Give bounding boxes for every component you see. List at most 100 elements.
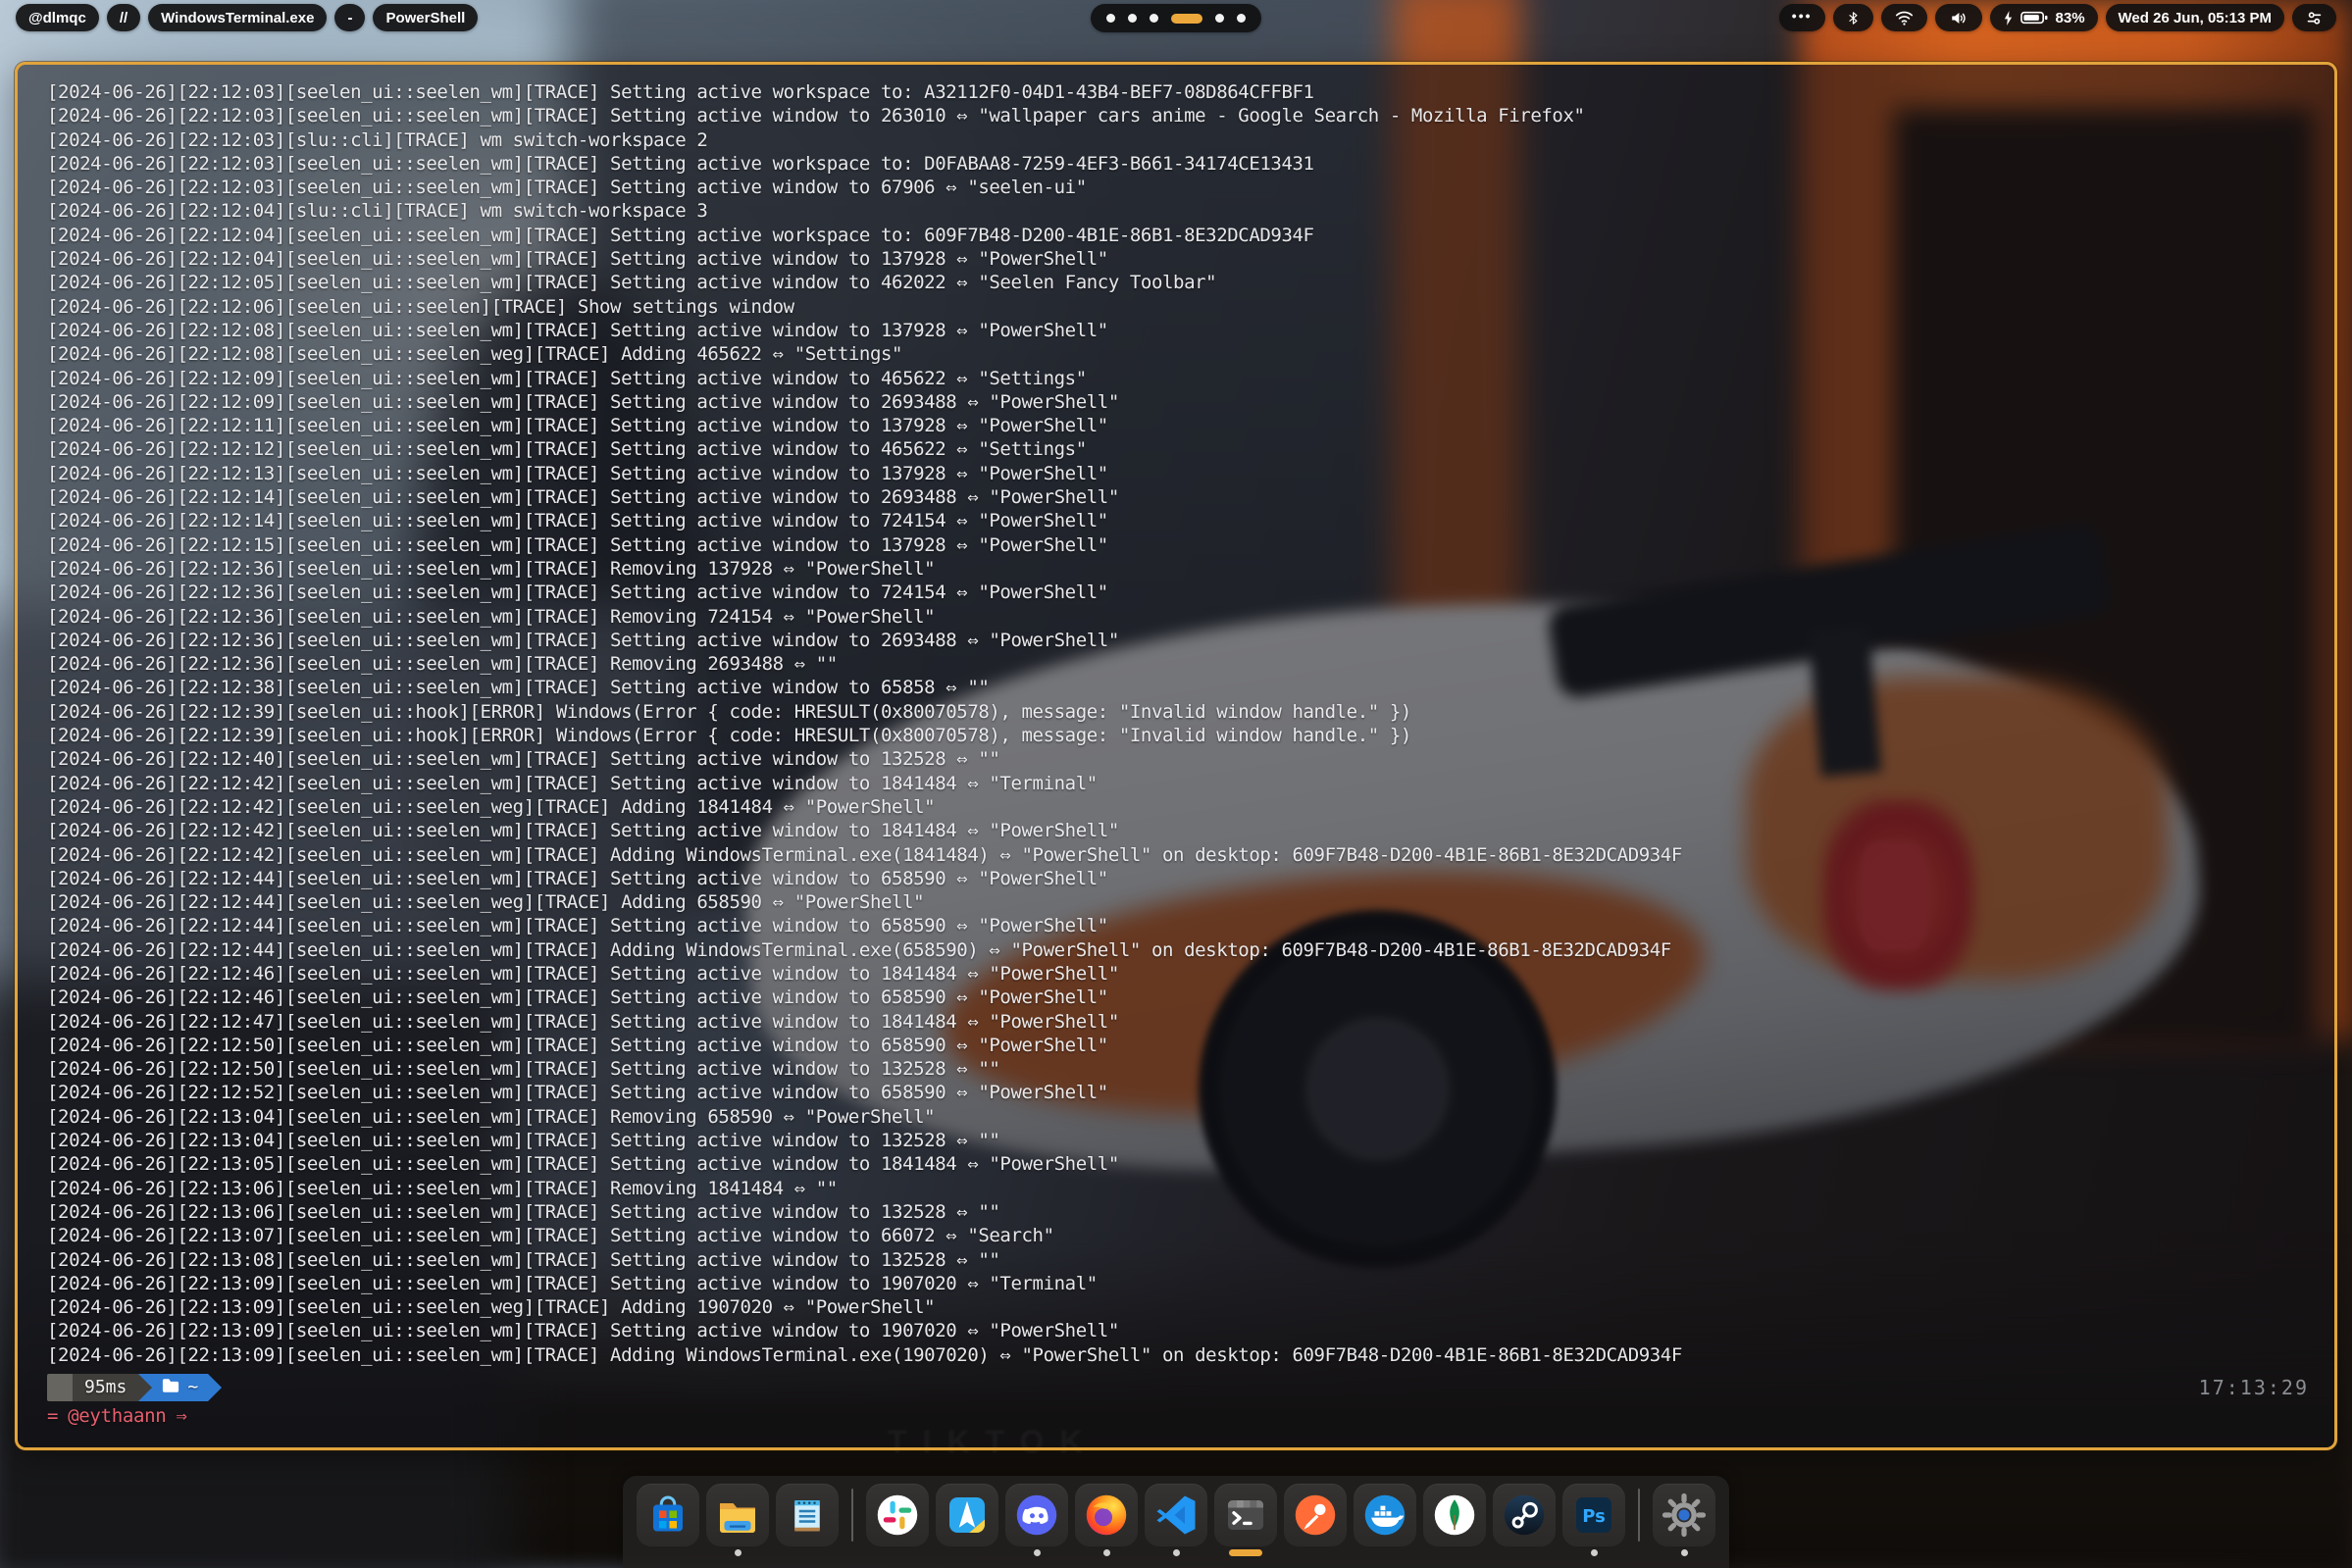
log-line: [2024-06-26][22:13:09][seelen_ui::seelen… <box>47 1272 2309 1295</box>
log-line: [2024-06-26][22:13:07][seelen_ui::seelen… <box>47 1224 2309 1247</box>
dock-item-settings[interactable] <box>1653 1484 1715 1556</box>
bluetooth-button[interactable] <box>1833 4 1873 31</box>
log-line: [2024-06-26][22:12:39][seelen_ui::hook][… <box>47 700 2309 724</box>
dock-item-windows-terminal[interactable] <box>1214 1484 1277 1556</box>
dock-item-file-explorer[interactable] <box>706 1484 769 1556</box>
dock-running-dot <box>735 1549 741 1556</box>
dock-item-slack[interactable] <box>866 1484 929 1556</box>
workspace-indicator[interactable] <box>1128 14 1137 23</box>
log-line: [2024-06-26][22:12:09][seelen_ui::seelen… <box>47 367 2309 390</box>
command-duration-badge: 95ms <box>73 1374 138 1401</box>
dock-indicator-empty <box>1382 1549 1389 1556</box>
log-line: [2024-06-26][22:13:06][seelen_ui::seelen… <box>47 1177 2309 1200</box>
dock-item-spark-mail[interactable] <box>936 1484 998 1556</box>
dock-item-postman[interactable] <box>1284 1484 1347 1556</box>
dock-indicator-empty <box>1312 1549 1319 1556</box>
log-line: [2024-06-26][22:12:46][seelen_ui::seelen… <box>47 986 2309 1009</box>
topbar-pill-separator[interactable]: // <box>107 4 140 31</box>
workspace-indicator[interactable] <box>1237 14 1246 23</box>
charging-icon <box>2003 10 2014 26</box>
workspace-indicator[interactable] <box>1150 14 1158 23</box>
dock-item-vscode[interactable] <box>1145 1484 1207 1556</box>
battery-icon <box>2020 10 2049 25</box>
spark-mail-icon <box>936 1484 998 1546</box>
log-line: [2024-06-26][22:12:36][seelen_ui::seelen… <box>47 605 2309 629</box>
log-line: [2024-06-26][22:12:40][seelen_ui::seelen… <box>47 747 2309 771</box>
workspace-switcher[interactable] <box>1091 4 1261 32</box>
slack-icon <box>866 1484 929 1546</box>
microsoft-store-icon <box>637 1484 699 1546</box>
prompt-arrow-icon: ⇒ <box>176 1404 186 1428</box>
dock-item-steam[interactable] <box>1493 1484 1556 1556</box>
log-line: [2024-06-26][22:12:03][seelen_ui::seelen… <box>47 152 2309 176</box>
wifi-icon <box>1894 9 1915 26</box>
log-line: [2024-06-26][22:12:05][seelen_ui::seelen… <box>47 271 2309 294</box>
dock: Ps <box>623 1476 1729 1568</box>
log-line: [2024-06-26][22:13:06][seelen_ui::seelen… <box>47 1200 2309 1224</box>
dock-item-photoshop[interactable]: Ps <box>1562 1484 1625 1556</box>
more-icon: ••• <box>1792 8 1813 24</box>
workspace-indicator[interactable] <box>1106 14 1115 23</box>
log-line: [2024-06-26][22:12:03][seelen_ui::seelen… <box>47 80 2309 104</box>
log-line: [2024-06-26][22:12:14][seelen_ui::seelen… <box>47 485 2309 509</box>
dock-running-dot <box>1103 1549 1110 1556</box>
toggles-icon <box>2305 9 2324 27</box>
topbar-pill-app[interactable]: WindowsTerminal.exe <box>148 4 327 31</box>
log-line: [2024-06-26][22:12:42][seelen_ui::seelen… <box>47 819 2309 842</box>
workspace-indicator-active[interactable] <box>1171 14 1202 24</box>
log-line: [2024-06-26][22:12:11][seelen_ui::seelen… <box>47 414 2309 437</box>
notepad-icon <box>776 1484 839 1546</box>
dock-running-dot <box>1681 1549 1688 1556</box>
toolbar-left-group: @dlmqc // WindowsTerminal.exe-PowerShell <box>16 4 478 31</box>
dock-running-dot <box>1034 1549 1041 1556</box>
topbar-pill-dash[interactable]: - <box>334 4 365 31</box>
dock-divider <box>851 1489 853 1542</box>
powerline-arrow-end <box>208 1374 222 1401</box>
log-line: [2024-06-26][22:12:50][seelen_ui::seelen… <box>47 1057 2309 1081</box>
datetime-button[interactable]: Wed 26 Jun, 05:13 PM <box>2106 4 2284 31</box>
photoshop-icon: Ps <box>1562 1484 1625 1546</box>
discord-icon <box>1005 1484 1068 1546</box>
log-line: [2024-06-26][22:13:04][seelen_ui::seelen… <box>47 1129 2309 1152</box>
wifi-button[interactable] <box>1881 4 1927 31</box>
log-line: [2024-06-26][22:13:09][seelen_ui::seelen… <box>47 1295 2309 1319</box>
dock-item-mongodb[interactable] <box>1423 1484 1486 1556</box>
prompt-segments: 95ms ~ 17:13:29 <box>47 1374 2309 1401</box>
tray-more-button[interactable]: ••• <box>1779 4 1825 31</box>
terminal-window[interactable]: [2024-06-26][22:12:03][seelen_ui::seelen… <box>15 62 2337 1450</box>
log-line: [2024-06-26][22:13:09][seelen_ui::seelen… <box>47 1343 2309 1367</box>
dock-indicator-empty <box>964 1549 971 1556</box>
log-line: [2024-06-26][22:12:03][slu::cli][TRACE] … <box>47 128 2309 152</box>
log-line: [2024-06-26][22:12:52][seelen_ui::seelen… <box>47 1081 2309 1104</box>
volume-icon <box>1948 9 1969 27</box>
topbar-pill-window-title[interactable]: PowerShell <box>373 4 478 31</box>
dock-item-firefox[interactable] <box>1075 1484 1138 1556</box>
workspace-indicator[interactable] <box>1215 14 1224 23</box>
log-line: [2024-06-26][22:12:36][seelen_ui::seelen… <box>47 629 2309 652</box>
dock-indicator-empty <box>1521 1549 1528 1556</box>
log-line: [2024-06-26][22:12:04][seelen_ui::seelen… <box>47 224 2309 247</box>
topbar-pill-user[interactable]: @dlmqc <box>16 4 99 31</box>
dock-active-indicator <box>1229 1549 1262 1556</box>
log-line: [2024-06-26][22:12:08][seelen_ui::seelen… <box>47 319 2309 342</box>
log-line: [2024-06-26][22:12:44][seelen_ui::seelen… <box>47 890 2309 914</box>
desktop: TIKTOK @dlmqc//WindowsTerminal.exe-Power… <box>0 0 2352 1568</box>
mongodb-icon <box>1423 1484 1486 1546</box>
log-line: [2024-06-26][22:12:44][seelen_ui::seelen… <box>47 914 2309 937</box>
fancy-toolbar: @dlmqc // WindowsTerminal.exe-PowerShell •… <box>0 0 2352 35</box>
settings-icon <box>1653 1484 1715 1546</box>
volume-button[interactable] <box>1935 4 1982 31</box>
log-line: [2024-06-26][22:12:36][seelen_ui::seelen… <box>47 557 2309 581</box>
dock-item-docker[interactable] <box>1354 1484 1416 1556</box>
quick-settings-button[interactable] <box>2292 4 2336 31</box>
dock-item-microsoft-store[interactable] <box>637 1484 699 1556</box>
log-line: [2024-06-26][22:12:44][seelen_ui::seelen… <box>47 867 2309 890</box>
cwd-label: ~ <box>187 1376 198 1399</box>
dock-item-discord[interactable] <box>1005 1484 1068 1556</box>
dock-running-dot <box>1173 1549 1180 1556</box>
dock-item-notepad[interactable] <box>776 1484 839 1556</box>
shell-prompt-input[interactable]: = @eythaann ⇒ <box>47 1404 2309 1428</box>
prompt-lead-segment <box>47 1374 73 1401</box>
battery-button[interactable]: 83% <box>1990 4 2098 31</box>
log-line: [2024-06-26][22:12:42][seelen_ui::seelen… <box>47 772 2309 795</box>
